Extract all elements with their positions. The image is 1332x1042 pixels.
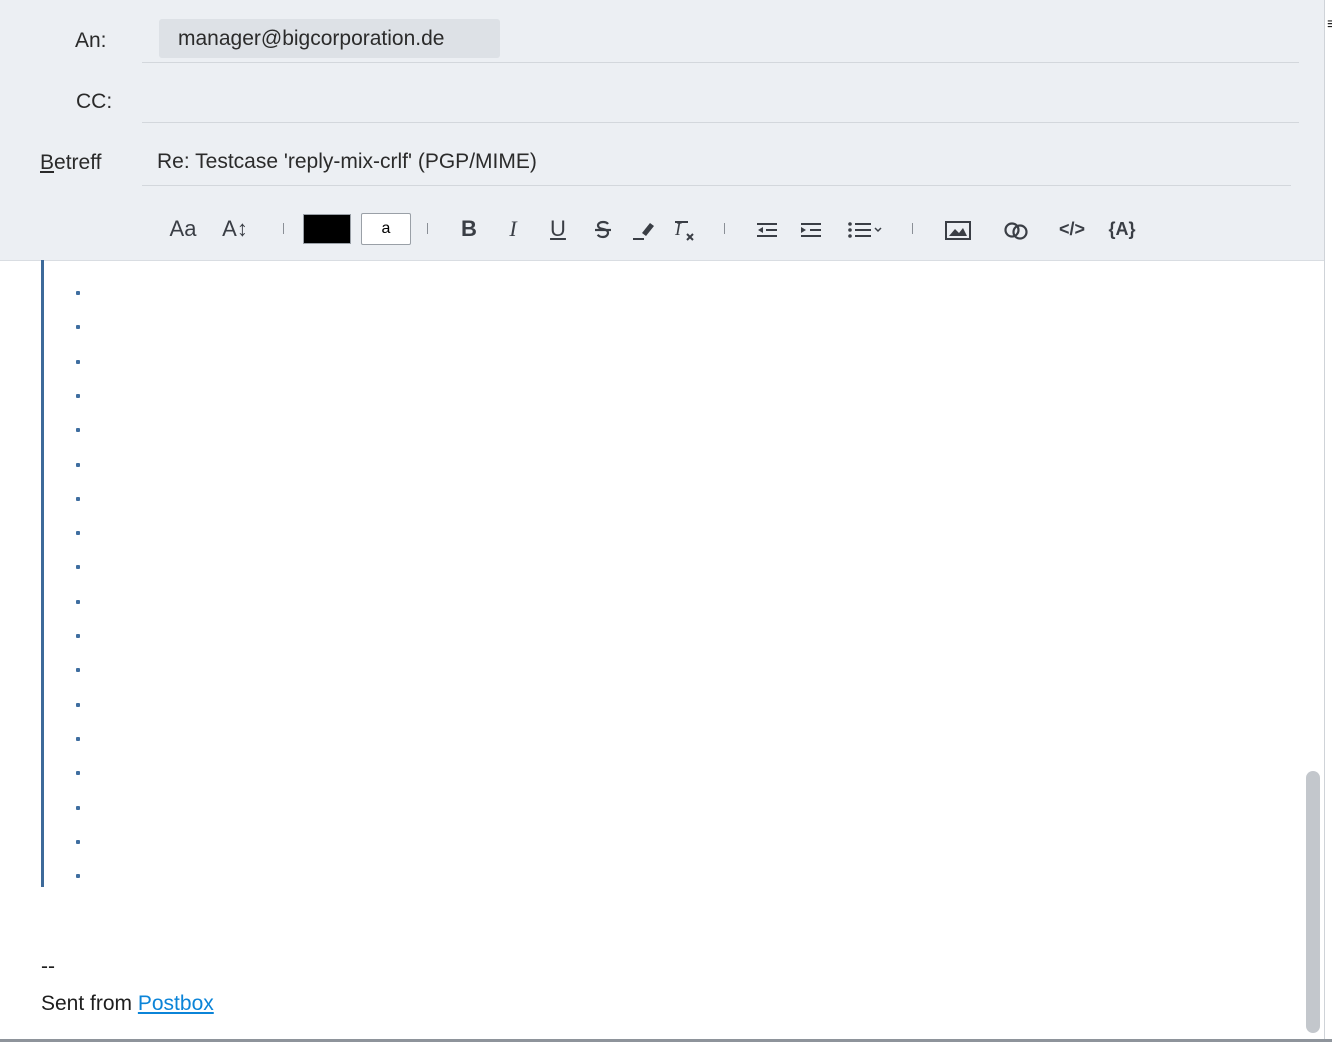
strikethrough-button[interactable] bbox=[589, 205, 617, 253]
quoted-dot bbox=[76, 360, 80, 364]
list-dropdown-button[interactable] bbox=[845, 205, 885, 253]
quoted-dot bbox=[76, 565, 80, 569]
font-size-button[interactable]: A↕ bbox=[217, 205, 253, 253]
toolbar-separator bbox=[283, 223, 284, 234]
quoted-dot bbox=[76, 840, 80, 844]
clear-formatting-button[interactable]: I bbox=[671, 205, 699, 253]
quoted-dot bbox=[76, 463, 80, 467]
toolbar-separator bbox=[912, 223, 913, 234]
blockquote-bar bbox=[41, 260, 44, 887]
image-icon bbox=[945, 221, 971, 241]
compose-header: An: manager@bigcorporation.de CC: Betref… bbox=[0, 0, 1324, 261]
toolbar-separator bbox=[427, 223, 428, 234]
quoted-dot bbox=[76, 874, 80, 878]
quoted-dot bbox=[76, 668, 80, 672]
recipient-pill[interactable]: manager@bigcorporation.de bbox=[159, 19, 500, 58]
italic-icon: I bbox=[509, 216, 517, 241]
signature-separator: -- bbox=[41, 955, 55, 978]
subject-label-accesskey: B bbox=[40, 151, 55, 174]
insert-image-button[interactable] bbox=[942, 205, 974, 253]
signature-prefix: Sent from bbox=[41, 992, 138, 1015]
adjacent-pane-edge: ≡ bbox=[1324, 0, 1332, 1042]
quoted-dot bbox=[76, 771, 80, 775]
quoted-dot bbox=[76, 531, 80, 535]
quoted-dot bbox=[76, 737, 80, 741]
quoted-dot bbox=[76, 600, 80, 604]
font-family-icon: Aa bbox=[169, 216, 197, 241]
quoted-dot bbox=[76, 325, 80, 329]
bold-button[interactable]: B bbox=[455, 205, 483, 253]
cc-input[interactable] bbox=[142, 75, 1299, 121]
indent-icon bbox=[801, 223, 821, 238]
postbox-link[interactable]: Postbox bbox=[138, 992, 214, 1015]
message-body[interactable] bbox=[0, 261, 1300, 1039]
quoted-dot bbox=[76, 428, 80, 432]
italic-button[interactable]: I bbox=[500, 205, 526, 253]
outdent-icon bbox=[757, 223, 777, 238]
subject-label: Betreff bbox=[40, 151, 102, 175]
indent-button[interactable] bbox=[796, 205, 826, 253]
format-toolbar: Aa A↕ a B I U I </> {A} bbox=[0, 205, 1300, 253]
vertical-scrollbar-thumb[interactable] bbox=[1306, 771, 1320, 1033]
insert-link-button[interactable] bbox=[1000, 205, 1032, 253]
bold-icon: B bbox=[461, 216, 477, 241]
highlight-button[interactable] bbox=[629, 205, 659, 253]
pane-edge-fragment: ≡ bbox=[1327, 16, 1332, 34]
underline-button[interactable]: U bbox=[544, 205, 572, 253]
quoted-dot bbox=[76, 497, 80, 501]
highlighter-icon bbox=[633, 223, 654, 241]
text-color-button[interactable] bbox=[303, 214, 351, 244]
quoted-dot bbox=[76, 634, 80, 638]
quoted-dot bbox=[76, 806, 80, 810]
insert-html-button[interactable]: </> bbox=[1054, 205, 1090, 253]
background-color-button[interactable]: a bbox=[361, 213, 411, 245]
subject-label-rest: etreff bbox=[54, 151, 102, 174]
bulleted-list-icon bbox=[848, 222, 882, 238]
cc-label: CC: bbox=[76, 90, 113, 113]
outdent-button[interactable] bbox=[752, 205, 782, 253]
quoted-dot bbox=[76, 394, 80, 398]
toolbar-separator bbox=[724, 223, 725, 234]
cc-field-divider bbox=[142, 122, 1299, 123]
font-size-icon: A↕ bbox=[222, 216, 248, 241]
variable-icon: {A} bbox=[1108, 219, 1136, 239]
underline-icon: U bbox=[550, 216, 566, 241]
clear-formatting-icon: I bbox=[674, 219, 694, 241]
font-family-button[interactable]: Aa bbox=[165, 205, 201, 253]
quoted-dot bbox=[76, 703, 80, 707]
code-icon: </> bbox=[1058, 219, 1086, 239]
strikethrough-icon bbox=[595, 221, 611, 239]
signature-line: Sent from Postbox bbox=[41, 992, 214, 1016]
to-field-divider bbox=[142, 62, 1299, 63]
subject-field-divider bbox=[142, 185, 1291, 186]
insert-variable-button[interactable]: {A} bbox=[1104, 205, 1140, 253]
to-label: An: bbox=[75, 29, 107, 52]
subject-input[interactable]: Re: Testcase 'reply-mix-crlf' (PGP/MIME) bbox=[157, 150, 537, 174]
quoted-dot bbox=[76, 291, 80, 295]
link-icon bbox=[1004, 222, 1028, 240]
